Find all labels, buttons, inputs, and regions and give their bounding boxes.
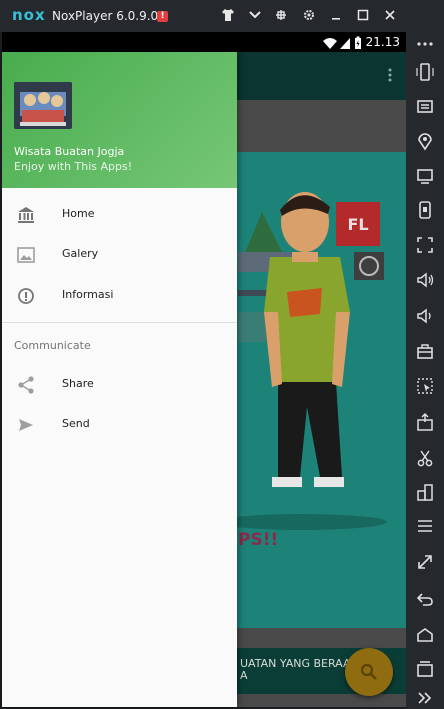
- nav-label-share: Share: [62, 377, 94, 390]
- multi-instance-icon[interactable]: [415, 482, 435, 502]
- nav-item-send[interactable]: Send: [2, 405, 237, 445]
- volume-down-icon[interactable]: [415, 306, 435, 326]
- drawer-subtitle: Enjoy with This Apps!: [14, 160, 133, 173]
- search-fab[interactable]: [345, 648, 393, 696]
- shirt-icon[interactable]: [219, 8, 237, 26]
- apk-icon[interactable]: [415, 412, 435, 432]
- minimize-icon[interactable]: [327, 8, 345, 26]
- alert-badge[interactable]: !: [157, 11, 168, 22]
- keyboard-icon[interactable]: [415, 96, 435, 116]
- emulator-window: nox NoxPlayer 6.0.9.0 ! 21.13 FL PS!! UA…: [0, 0, 444, 709]
- fullscreen-icon[interactable]: [415, 235, 435, 255]
- nav-label-galery: Galery: [62, 247, 99, 260]
- search-icon: [360, 663, 378, 685]
- android-statusbar: 21.13: [2, 32, 406, 52]
- svg-text:PS!!: PS!!: [238, 530, 278, 550]
- emulator-title: NoxPlayer 6.0.9.0: [52, 9, 159, 23]
- more-icon[interactable]: [415, 34, 435, 54]
- menu-icon[interactable]: [415, 516, 435, 536]
- close-icon[interactable]: [381, 8, 399, 26]
- svg-text:FL: FL: [347, 215, 368, 234]
- back-icon[interactable]: [415, 589, 435, 609]
- nav-label-home: Home: [62, 207, 95, 220]
- nav-item-galery[interactable]: Galery: [2, 235, 237, 275]
- share-icon: [16, 375, 36, 395]
- navigation-drawer: Wisata Buatan Jogja Enjoy with This Apps…: [2, 52, 237, 707]
- scissors-icon[interactable]: [415, 448, 435, 468]
- emulator-titlebar: nox NoxPlayer 6.0.9.0 !: [0, 0, 444, 32]
- nav-label-informasi: Informasi: [62, 288, 114, 301]
- overflow-menu-icon[interactable]: [388, 68, 392, 82]
- screenshot-icon[interactable]: [415, 200, 435, 220]
- emulator-side-toolbar: [406, 32, 444, 709]
- maximize-icon[interactable]: [354, 8, 372, 26]
- nav-item-informasi[interactable]: Informasi: [2, 276, 237, 316]
- nox-logo: nox: [12, 6, 46, 24]
- toolbox-icon[interactable]: [415, 341, 435, 361]
- macro-icon[interactable]: [415, 376, 435, 396]
- send-icon: [16, 415, 36, 435]
- status-time: 21.13: [365, 35, 400, 49]
- drawer-divider: [2, 322, 237, 323]
- home-icon[interactable]: [415, 625, 435, 645]
- expand-icon[interactable]: [415, 688, 435, 708]
- volume-up-icon[interactable]: [415, 270, 435, 290]
- nav-item-home[interactable]: Home: [2, 195, 237, 235]
- recent-apps-icon[interactable]: [415, 659, 435, 679]
- rotate-icon[interactable]: [415, 62, 435, 82]
- info-icon: [16, 286, 36, 306]
- gear-icon[interactable]: [300, 8, 318, 26]
- drawer-app-name: Wisata Buatan Jogja: [14, 145, 125, 158]
- screen-icon[interactable]: [415, 166, 435, 186]
- pin-icon[interactable]: [272, 8, 290, 26]
- resize-icon[interactable]: [415, 552, 435, 572]
- bank-icon: [16, 205, 36, 225]
- nav-item-share[interactable]: Share: [2, 365, 237, 405]
- chevron-down-icon[interactable]: [246, 8, 264, 26]
- section-title-communicate: Communicate: [14, 339, 91, 352]
- app-avatar: [14, 82, 72, 129]
- nav-label-send: Send: [62, 417, 90, 430]
- drawer-header: Wisata Buatan Jogja Enjoy with This Apps…: [2, 52, 237, 188]
- location-icon[interactable]: [415, 131, 435, 151]
- image-icon: [16, 245, 36, 265]
